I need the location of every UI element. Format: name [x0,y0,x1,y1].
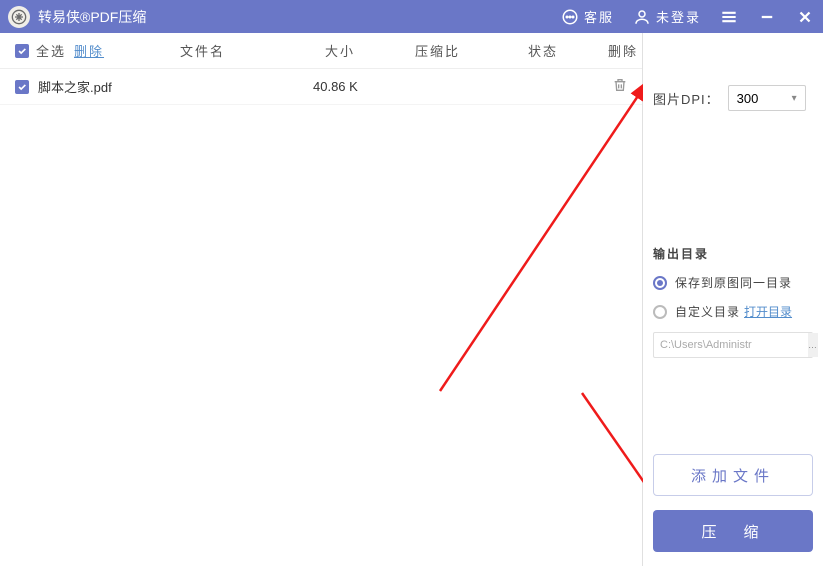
radio-same-dir[interactable]: 保存到原图同一目录 [653,274,813,291]
minimize-icon [757,7,777,27]
row-size: 40.86 K [313,79,358,94]
list-header: 全选 删除 文件名 大小 压缩比 状态 删除 [0,33,642,69]
radio-custom-dir[interactable]: 自定义目录 打开目录 [653,303,813,320]
row-delete-button[interactable] [612,77,628,96]
login-button[interactable]: 未登录 [632,7,701,27]
row-filename: 脚本之家.pdf [38,77,112,96]
table-row[interactable]: 脚本之家.pdf 40.86 K [0,69,642,105]
select-all-checkbox[interactable] [15,44,29,58]
dpi-select[interactable]: 300 ▾ [728,85,806,111]
user-icon [632,7,652,27]
browse-button[interactable]: … [808,333,818,357]
side-panel: 图片DPI： 300 ▾ 输出目录 保存到原图同一目录 自定义目录 打开目录 … [643,33,823,566]
header-delete: 删除 [608,41,638,60]
dpi-label: 图片DPI： [653,89,720,108]
output-path-input[interactable] [654,339,808,351]
select-all-label: 全选 [36,41,70,60]
compress-button[interactable]: 压 缩 [653,510,813,552]
header-status: 状态 [528,41,558,60]
customer-service-button[interactable]: 客服 [560,7,614,27]
file-list-panel: 全选 删除 文件名 大小 压缩比 状态 删除 脚本之家.pdf 40.86 K [0,33,643,566]
close-button[interactable] [795,7,815,27]
add-file-button[interactable]: 添加文件 [653,454,813,496]
close-icon [795,7,815,27]
annotation-arrows [0,33,643,566]
row-checkbox[interactable] [15,80,29,94]
customer-service-label: 客服 [584,7,614,26]
header-filename: 文件名 [180,41,225,60]
delete-selected-link[interactable]: 删除 [74,41,104,60]
radio-icon-unselected [653,305,667,319]
header-ratio: 压缩比 [415,41,460,60]
menu-button[interactable] [719,7,739,27]
chevron-down-icon: ▾ [792,93,797,104]
dpi-value: 300 [737,91,759,106]
radio-same-label: 保存到原图同一目录 [675,274,792,291]
minimize-button[interactable] [757,7,777,27]
header-size: 大小 [325,41,355,60]
radio-icon-selected [653,276,667,290]
open-dir-link[interactable]: 打开目录 [744,303,792,320]
login-label: 未登录 [656,7,701,26]
output-dir-title: 输出目录 [653,245,813,262]
app-logo [8,6,30,28]
trash-icon [612,77,628,93]
radio-custom-label: 自定义目录 [675,303,740,320]
titlebar: 转易侠®PDF压缩 客服 未登录 [0,0,823,33]
app-title: 转易侠®PDF压缩 [38,7,146,27]
menu-icon [719,7,739,27]
chat-icon [560,7,580,27]
